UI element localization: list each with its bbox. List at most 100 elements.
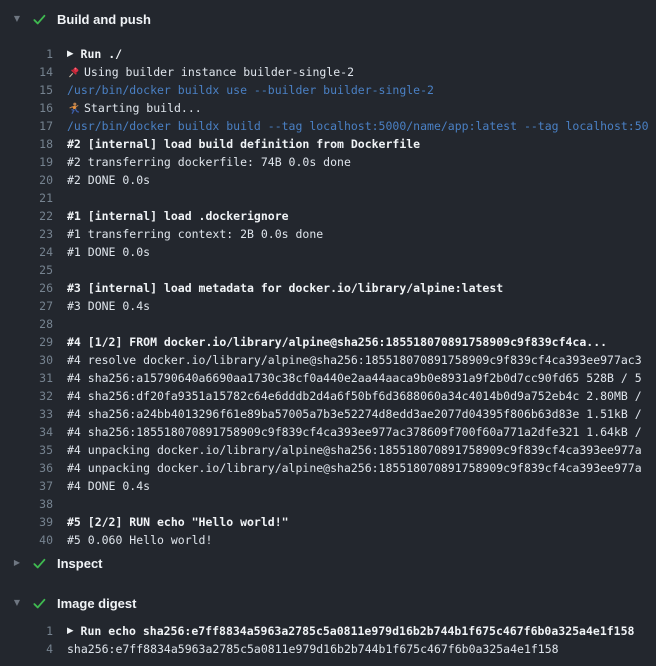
line-text-content: #3 DONE 0.4s xyxy=(67,297,150,315)
play-arrow-icon: ▶ xyxy=(67,45,74,63)
runner-icon xyxy=(67,102,84,115)
line-number[interactable]: 37 xyxy=(0,477,53,495)
line-text-content: Using builder instance builder-single-2 xyxy=(84,63,354,81)
log-line: 37 #4 DONE 0.4s xyxy=(0,477,656,495)
line-text: #4 [1/2] FROM docker.io/library/alpine@s… xyxy=(67,333,607,351)
line-text: #4 sha256:a24bb4013296f61e89ba57005a7b3e… xyxy=(67,405,642,423)
line-number[interactable]: 22 xyxy=(0,207,53,225)
section-lines: 1 ▶Run echo sha256:e7ff8834a5963a2785c5a… xyxy=(0,614,656,658)
line-text: #5 0.060 Hello world! xyxy=(67,531,212,549)
line-number[interactable]: 33 xyxy=(0,405,53,423)
line-text: #4 unpacking docker.io/library/alpine@sh… xyxy=(67,459,642,477)
line-number[interactable]: 17 xyxy=(0,117,53,135)
log-line: 31 #4 sha256:a15790640a6690aa1730c38cf0a… xyxy=(0,369,656,387)
log-line: 20 #2 DONE 0.0s xyxy=(0,171,656,189)
log-line: 22 #1 [internal] load .dockerignore xyxy=(0,207,656,225)
line-number[interactable]: 24 xyxy=(0,243,53,261)
line-number[interactable]: 23 xyxy=(0,225,53,243)
log-line: 34 #4 sha256:185518070891758909c9f839cf4… xyxy=(0,423,656,441)
line-text: #4 unpacking docker.io/library/alpine@sh… xyxy=(67,441,642,459)
line-text: #4 sha256:df20fa9351a15782c64e6dddb2d4a6… xyxy=(67,387,642,405)
line-number[interactable]: 30 xyxy=(0,351,53,369)
line-text-content: Run echo sha256:e7ff8834a5963a2785c5a081… xyxy=(81,622,635,640)
line-number[interactable]: 21 xyxy=(0,189,53,207)
log-line: 17 /usr/bin/docker buildx build --tag lo… xyxy=(0,117,656,135)
log-line: 4 sha256:e7ff8834a5963a2785c5a0811e979d1… xyxy=(0,640,656,658)
line-text-content: #1 transferring context: 2B 0.0s done xyxy=(67,225,323,243)
line-number[interactable]: 4 xyxy=(0,640,53,658)
line-number[interactable]: 27 xyxy=(0,297,53,315)
line-number[interactable]: 32 xyxy=(0,387,53,405)
log-line: 25 xyxy=(0,261,656,279)
line-number[interactable]: 18 xyxy=(0,135,53,153)
line-text-content: #2 transferring dockerfile: 74B 0.0s don… xyxy=(67,153,351,171)
workflow-log-panel: ▼ Build and push 1 ▶Run ./ 14 Using buil… xyxy=(0,8,656,658)
line-number[interactable]: 26 xyxy=(0,279,53,297)
log-line: 21 xyxy=(0,189,656,207)
section-title: Build and push xyxy=(57,12,151,27)
log-line: 16 Starting build... xyxy=(0,99,656,117)
log-line: 32 #4 sha256:df20fa9351a15782c64e6dddb2d… xyxy=(0,387,656,405)
line-text: /usr/bin/docker buildx build --tag local… xyxy=(67,117,649,135)
log-section: ▼ Build and push 1 ▶ Run ./ 14 Using buil… xyxy=(0,8,656,549)
line-text: sha256:e7ff8834a5963a2785c5a0811e979d16b… xyxy=(67,640,559,658)
line-text-content: #2 DONE 0.0s xyxy=(67,171,150,189)
line-text: ▶Run echo sha256:e7ff8834a5963a2785c5a08… xyxy=(67,622,634,640)
line-number[interactable]: 34 xyxy=(0,423,53,441)
line-number[interactable]: 16 xyxy=(0,99,53,117)
line-number[interactable]: 25 xyxy=(0,261,53,279)
chevron-right-icon[interactable]: ▶ xyxy=(9,552,25,574)
line-text: #4 DONE 0.4s xyxy=(67,477,150,495)
log-line: 35 #4 unpacking docker.io/library/alpine… xyxy=(0,441,656,459)
log-line: 19 #2 transferring dockerfile: 74B 0.0s … xyxy=(0,153,656,171)
line-text-content: #4 unpacking docker.io/library/alpine@sh… xyxy=(67,441,642,459)
line-number[interactable]: 38 xyxy=(0,495,53,513)
section-header-image-digest[interactable]: ▼ Image digest xyxy=(0,592,656,614)
line-number[interactable]: 19 xyxy=(0,153,53,171)
line-text: ▶ Run ./ xyxy=(67,45,122,63)
line-text-content: #5 0.060 Hello world! xyxy=(67,531,212,549)
line-number[interactable]: 35 xyxy=(0,441,53,459)
line-text-content: /usr/bin/docker buildx build --tag local… xyxy=(67,117,649,135)
line-text-content: #5 [2/2] RUN echo "Hello world!" xyxy=(67,513,289,531)
line-number[interactable]: 36 xyxy=(0,459,53,477)
line-text: Starting build... xyxy=(67,99,202,117)
line-text-content: #3 [internal] load metadata for docker.i… xyxy=(67,279,503,297)
line-number[interactable]: 29 xyxy=(0,333,53,351)
log-line: 38 xyxy=(0,495,656,513)
line-number[interactable]: 31 xyxy=(0,369,53,387)
line-text-content: #4 resolve docker.io/library/alpine@sha2… xyxy=(67,351,642,369)
chevron-down-icon[interactable]: ▼ xyxy=(9,8,25,30)
line-text: #1 [internal] load .dockerignore xyxy=(67,207,289,225)
section-header-inspect[interactable]: ▶ Inspect xyxy=(0,552,656,574)
log-line: 29 #4 [1/2] FROM docker.io/library/alpin… xyxy=(0,333,656,351)
section-header-build-and-push[interactable]: ▼ Build and push xyxy=(0,8,656,30)
line-number[interactable]: 14 xyxy=(0,63,53,81)
line-number[interactable]: 40 xyxy=(0,531,53,549)
line-number[interactable]: 20 xyxy=(0,171,53,189)
line-text-content: Starting build... xyxy=(84,99,202,117)
line-text-content: /usr/bin/docker buildx use --builder bui… xyxy=(67,81,434,99)
line-text: #2 transferring dockerfile: 74B 0.0s don… xyxy=(67,153,351,171)
line-number[interactable]: 28 xyxy=(0,315,53,333)
log-line: 14 Using builder instance builder-single… xyxy=(0,63,656,81)
log-line: 30 #4 resolve docker.io/library/alpine@s… xyxy=(0,351,656,369)
line-text: #3 DONE 0.4s xyxy=(67,297,150,315)
line-text: #5 [2/2] RUN echo "Hello world!" xyxy=(67,513,289,531)
line-number[interactable]: 15 xyxy=(0,81,53,99)
log-section: ▼ Image digest 1 ▶Run echo sha256:e7ff88… xyxy=(0,592,656,658)
section-title: Image digest xyxy=(57,596,136,611)
check-icon xyxy=(31,556,47,571)
chevron-down-icon[interactable]: ▼ xyxy=(9,592,25,614)
line-text-content: Run ./ xyxy=(81,45,123,63)
line-text-content: sha256:e7ff8834a5963a2785c5a0811e979d16b… xyxy=(67,640,559,658)
line-text-content: #1 [internal] load .dockerignore xyxy=(67,207,289,225)
line-text: #2 DONE 0.0s xyxy=(67,171,150,189)
line-text: #2 [internal] load build definition from… xyxy=(67,135,420,153)
log-line: 1 ▶Run echo sha256:e7ff8834a5963a2785c5a… xyxy=(0,622,656,640)
line-number[interactable]: 1 xyxy=(0,45,53,63)
line-text-content: #2 [internal] load build definition from… xyxy=(67,135,420,153)
line-number[interactable]: 39 xyxy=(0,513,53,531)
line-text-content: #4 sha256:a15790640a6690aa1730c38cf0a440… xyxy=(67,369,642,387)
line-number[interactable]: 1 xyxy=(0,622,53,640)
